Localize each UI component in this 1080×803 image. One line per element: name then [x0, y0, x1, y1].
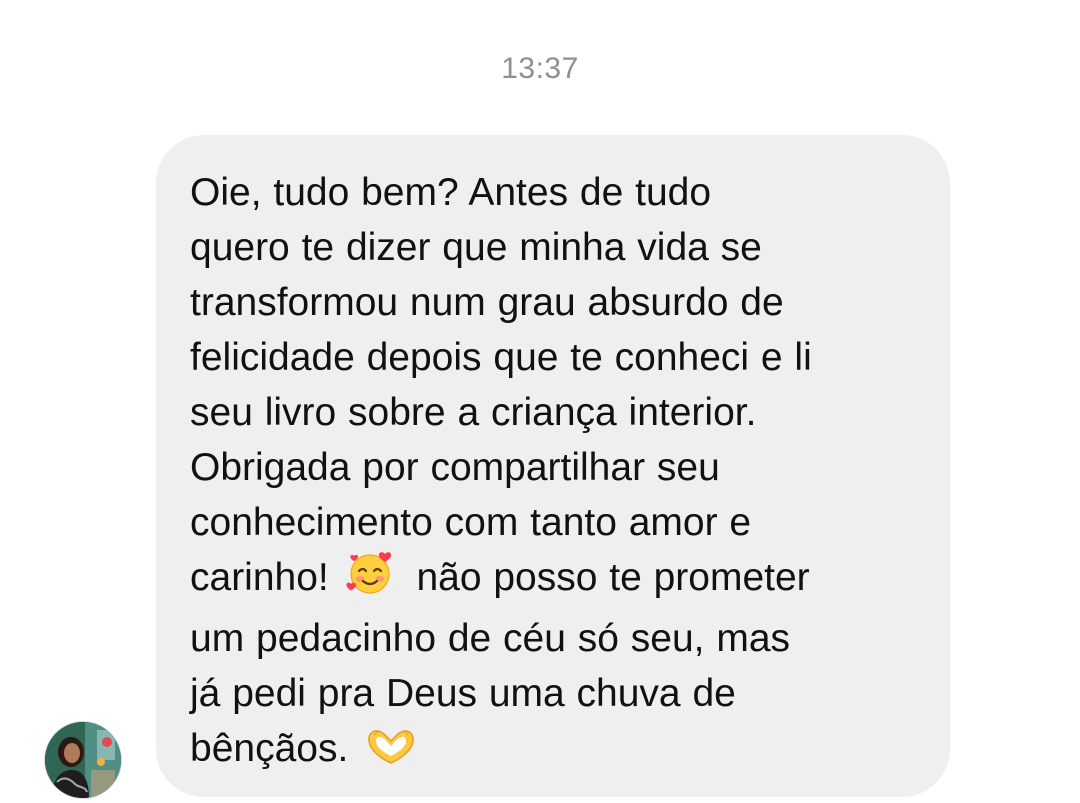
chat-screen: 13:37 Oie, tudo bem? Antes de tudo quero…: [0, 0, 1080, 803]
sender-avatar[interactable]: [45, 722, 121, 798]
message-line-with-emoji: carinho! não posso te prometer: [190, 550, 920, 611]
message-line: Oie, tudo bem? Antes de tudo: [190, 171, 712, 214]
message-line: Obrigada por compartilhar seu: [190, 446, 720, 489]
message-line: bênçãos.: [190, 727, 349, 770]
smiling-face-with-hearts-icon: [345, 550, 395, 611]
message-line: seu livro sobre a criança interior.: [190, 391, 757, 434]
message-bubble[interactable]: Oie, tudo bem? Antes de tudo quero te di…: [156, 135, 950, 797]
heart-hands-icon: [364, 727, 418, 782]
message-line: já pedi pra Deus uma chuva de: [190, 672, 736, 715]
message-line: felicidade depois que te conheci e li: [190, 336, 812, 379]
profile-photo-icon: [45, 722, 121, 798]
message-line: um pedacinho de céu só seu, mas: [190, 617, 791, 660]
message-line: não posso te prometer: [416, 556, 810, 599]
message-text: Oie, tudo bem? Antes de tudo quero te di…: [190, 165, 920, 782]
message-line: conhecimento com tanto amor e: [190, 501, 752, 544]
message-line: quero te dizer que minha vida se: [190, 226, 762, 269]
message-line-with-emoji: bênçãos.: [190, 721, 920, 782]
message-line: carinho!: [190, 556, 329, 599]
message-line: transformou num grau absurdo de: [190, 281, 784, 324]
message-timestamp: 13:37: [501, 52, 579, 85]
